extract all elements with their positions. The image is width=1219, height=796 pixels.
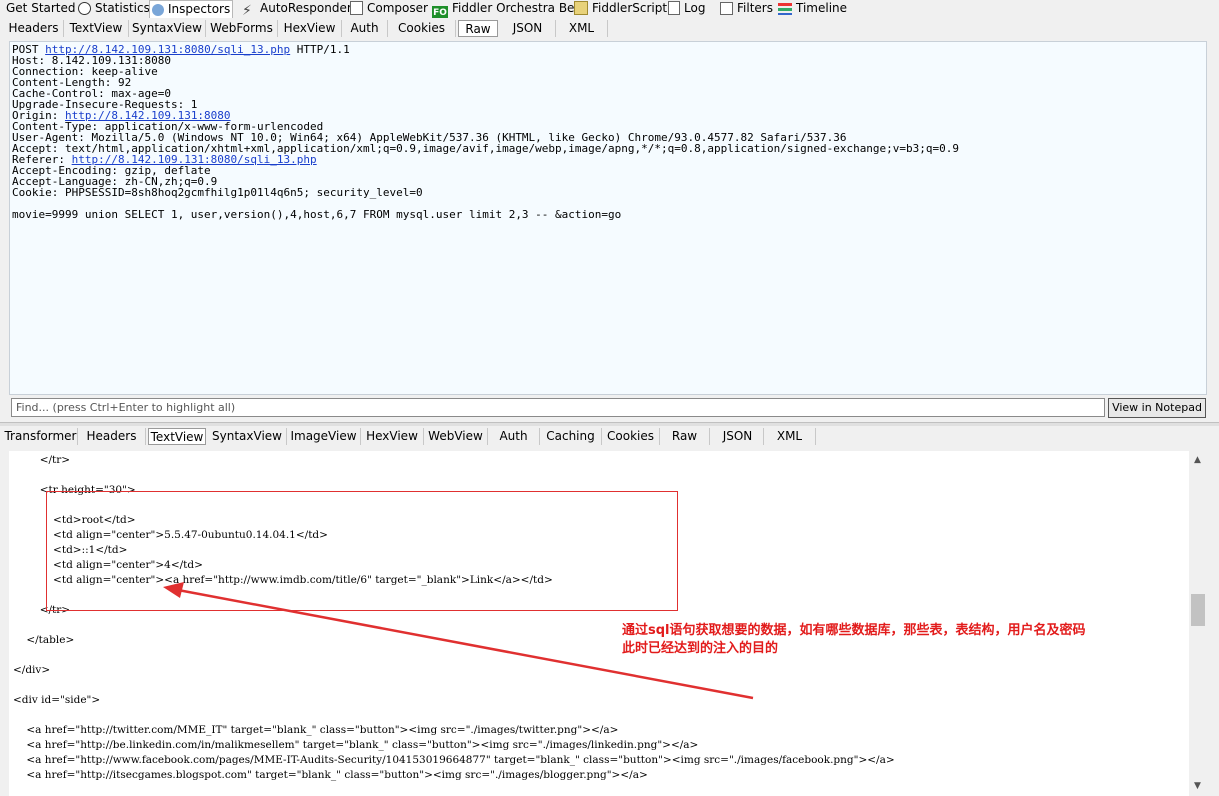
tab-filters[interactable]: Filters	[718, 0, 773, 17]
response-line: <a href="http://twitter.com/MME_IT" targ…	[13, 724, 619, 736]
response-line: <a href="http://www.facebook.com/pages/M…	[13, 754, 895, 766]
resp-tab-textview[interactable]: TextView	[148, 428, 206, 445]
scroll-up-icon[interactable]: ▲	[1194, 455, 1201, 465]
request-raw-text: POST http://8.142.109.131:8080/sqli_13.p…	[12, 43, 960, 221]
request-tab-strip: Headers TextView SyntaxView WebForms Hex…	[0, 18, 1219, 38]
timeline-icon	[778, 3, 792, 15]
fiddlerscript-icon	[574, 1, 588, 15]
top-tab-strip: Get Started Statistics Inspectors ⚡ AutoR…	[0, 0, 1219, 20]
response-line: </table>	[13, 634, 75, 646]
annotation-text: 通过sql语句获取想要的数据，如有哪些数据库，那些表，表结构，用户名及密码 此时…	[622, 622, 1086, 658]
resp-tab-imageview[interactable]: ImageView	[287, 428, 361, 445]
scrollbar-thumb[interactable]	[1191, 594, 1205, 626]
highlight-box	[46, 491, 678, 611]
req-tab-syntaxview[interactable]: SyntaxView	[129, 20, 206, 37]
response-line: <a href="http://itsecgames.blogspot.com"…	[13, 769, 648, 781]
tab-log[interactable]: Log	[666, 0, 710, 17]
annotation-line-2: 此时已经达到的注入的目的	[622, 641, 779, 656]
response-line: </tr>	[13, 454, 71, 466]
scroll-down-icon[interactable]: ▼	[1194, 781, 1201, 791]
req-tab-raw[interactable]: Raw	[458, 20, 498, 37]
inspectors-icon	[152, 4, 164, 16]
request-body: movie=9999 union SELECT 1, user,version(…	[12, 208, 622, 221]
tab-inspectors[interactable]: Inspectors	[149, 0, 233, 18]
resp-tab-hexview[interactable]: HexView	[361, 428, 424, 445]
find-input[interactable]: Find... (press Ctrl+Enter to highlight a…	[11, 398, 1105, 417]
tab-autoresponder[interactable]: ⚡ AutoResponder	[240, 0, 352, 19]
log-icon	[668, 1, 680, 15]
request-raw-pane[interactable]: POST http://8.142.109.131:8080/sqli_13.p…	[9, 41, 1207, 395]
resp-tab-webview[interactable]: WebView	[424, 428, 488, 445]
response-line: <a href="http://be.linkedin.com/in/malik…	[13, 739, 699, 751]
composer-icon	[350, 1, 363, 15]
req-tab-hexview[interactable]: HexView	[278, 20, 342, 37]
tab-fiddlerscript[interactable]: FiddlerScript	[572, 0, 667, 17]
req-tab-textview[interactable]: TextView	[64, 20, 129, 37]
resp-tab-headers[interactable]: Headers	[78, 428, 146, 445]
resp-tab-raw[interactable]: Raw	[660, 428, 710, 445]
tab-get-started[interactable]: Get Started	[4, 0, 76, 17]
resp-tab-syntaxview[interactable]: SyntaxView	[208, 428, 287, 445]
req-tab-webforms[interactable]: WebForms	[206, 20, 278, 37]
req-tab-headers[interactable]: Headers	[4, 20, 64, 37]
resp-tab-json[interactable]: JSON	[712, 428, 764, 445]
resp-tab-auth[interactable]: Auth	[488, 428, 540, 445]
tab-timeline[interactable]: Timeline	[776, 0, 847, 17]
req-tab-xml[interactable]: XML	[556, 20, 608, 37]
checkbox-icon	[720, 2, 733, 15]
view-in-notepad-button[interactable]: View in Notepad	[1108, 398, 1206, 418]
response-line: <div id="side">	[13, 694, 101, 706]
req-tab-json[interactable]: JSON	[500, 20, 556, 37]
stopwatch-icon	[78, 2, 91, 15]
tab-composer[interactable]: Composer	[348, 0, 428, 17]
resp-tab-cookies[interactable]: Cookies	[602, 428, 660, 445]
lightning-icon: ⚡	[242, 3, 252, 19]
req-tab-auth[interactable]: Auth	[342, 20, 388, 37]
resp-tab-caching[interactable]: Caching	[540, 428, 602, 445]
annotation-line-1: 通过sql语句获取想要的数据，如有哪些数据库，那些表，表结构，用户名及密码	[622, 623, 1086, 638]
tab-fiddler-orchestra[interactable]: FO Fiddler Orchestra Beta	[430, 0, 587, 20]
resp-tab-transformer[interactable]: Transformer	[4, 428, 78, 445]
response-tab-strip: Transformer Headers TextView SyntaxView …	[0, 426, 1219, 446]
tab-statistics[interactable]: Statistics	[76, 0, 150, 17]
resp-tab-xml[interactable]: XML	[764, 428, 816, 445]
req-tab-cookies[interactable]: Cookies	[388, 20, 456, 37]
response-line: </div>	[13, 664, 51, 676]
